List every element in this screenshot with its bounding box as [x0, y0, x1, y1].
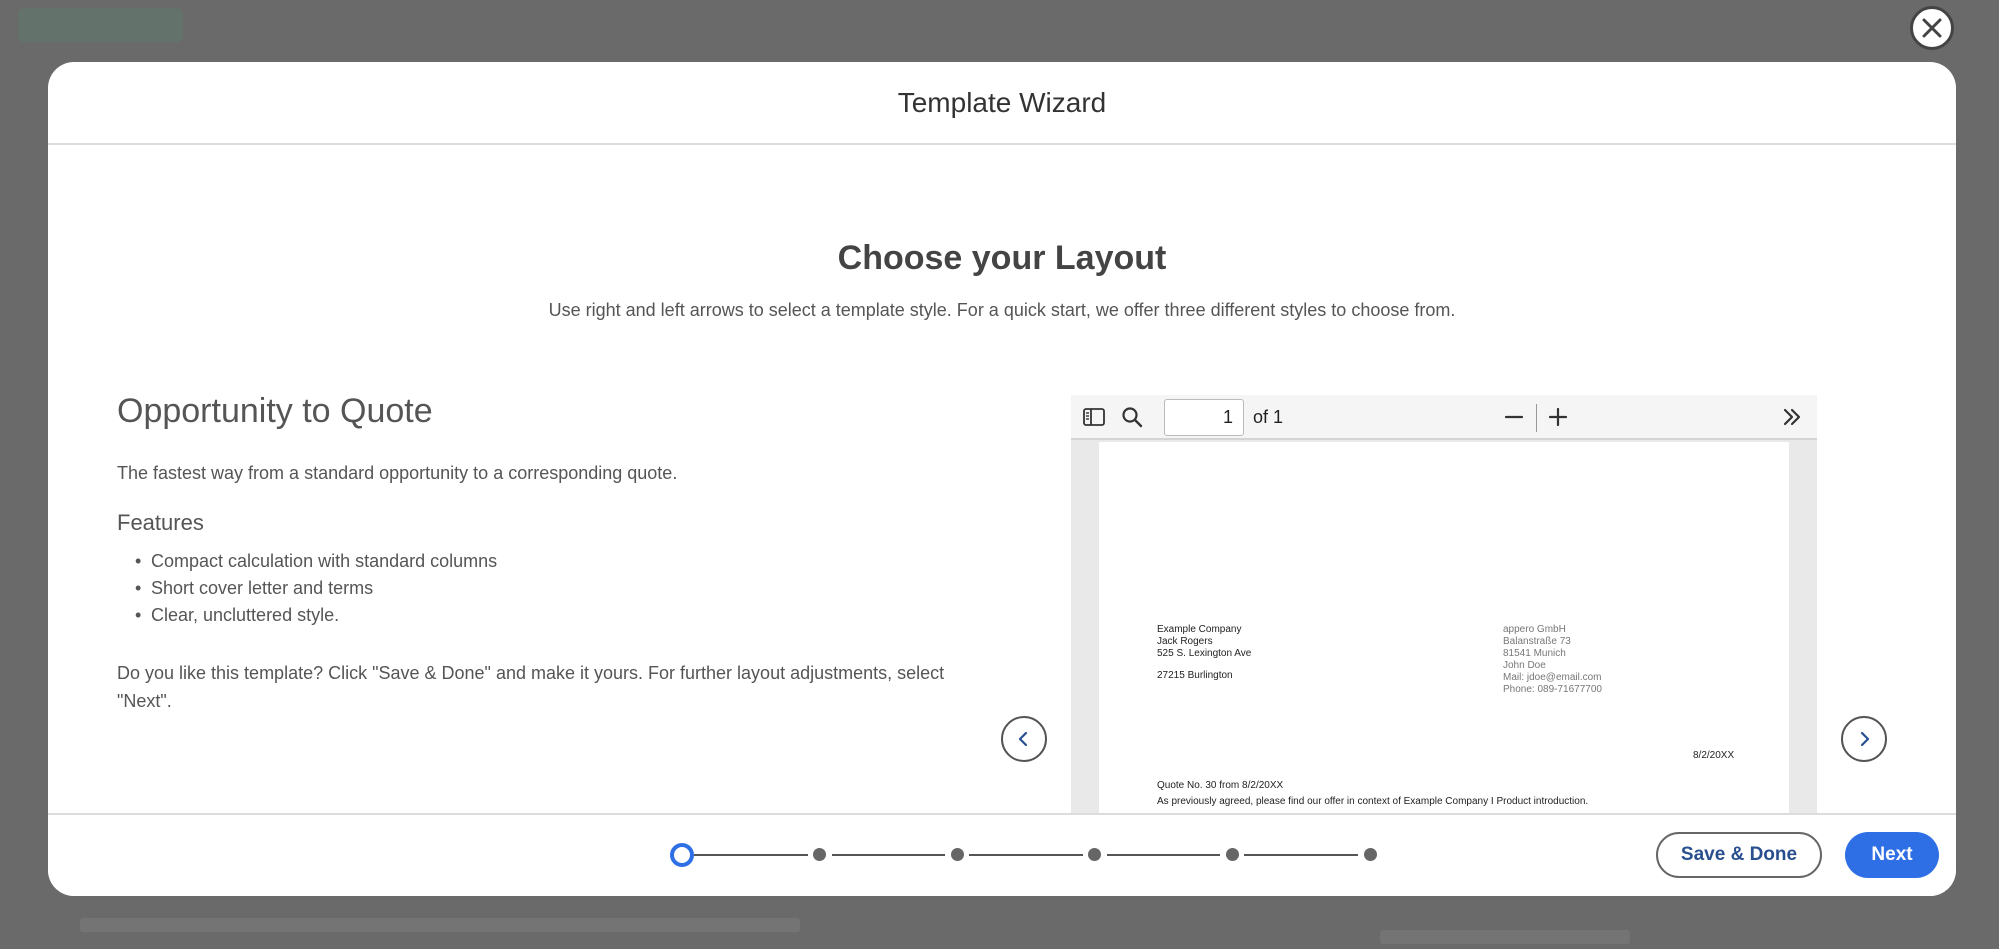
pdf-viewer: of 1 Example Company: [1071, 395, 1817, 815]
stepper-step[interactable]: [1088, 848, 1102, 861]
plus-icon: [1548, 407, 1568, 427]
stepper-step[interactable]: [1363, 848, 1377, 861]
modal-footer: Save & Done Next: [48, 813, 1956, 896]
template-name: Opportunity to Quote: [117, 392, 433, 430]
close-icon: [1922, 18, 1942, 38]
layout-description: Use right and left arrows to select a te…: [548, 300, 1456, 320]
toolbar-divider: [1536, 404, 1537, 432]
save-and-done-button[interactable]: Save & Done: [1656, 832, 1822, 878]
zoom-out-button[interactable]: [1501, 404, 1527, 430]
sender-line: appero GmbH: [1503, 624, 1566, 635]
recipient-address: Example Company Jack Rogers 525 S. Lexin…: [1157, 624, 1251, 682]
features-section: Features Compact calculation with standa…: [117, 510, 1037, 629]
search-icon: [1122, 407, 1143, 428]
next-template-button[interactable]: [1841, 716, 1887, 762]
stepper-step[interactable]: [1225, 848, 1239, 861]
stepper-connector: [831, 854, 946, 856]
stepper-connector: [694, 854, 808, 856]
features-heading: Features: [117, 510, 204, 535]
sender-line: Phone: 089-71677700: [1503, 684, 1602, 695]
page-number-input[interactable]: [1164, 399, 1244, 436]
pdf-search-button[interactable]: [1119, 404, 1145, 430]
close-button[interactable]: [1910, 6, 1954, 50]
stepper-step-current[interactable]: [670, 843, 694, 867]
sidebar-toggle-icon: [1083, 408, 1105, 426]
sender-address: appero GmbH Balanstraße 73 81541 Munich …: [1503, 624, 1602, 696]
zoom-in-button[interactable]: [1545, 404, 1571, 430]
feature-item: Compact calculation with standard column…: [135, 548, 1037, 575]
feature-item: Clear, uncluttered style.: [135, 602, 1037, 629]
sender-line: Mail: jdoe@email.com: [1503, 672, 1602, 683]
quote-date: 8/2/20XX: [1693, 750, 1735, 761]
chevron-left-icon: [1018, 731, 1028, 747]
next-button[interactable]: Next: [1845, 832, 1939, 878]
stepper-connector: [1244, 854, 1358, 856]
pdf-toolbar: of 1: [1071, 395, 1817, 440]
features-list: Compact calculation with standard column…: [117, 548, 1037, 629]
quote-number: Quote No. 30 from 8/2/20XX: [1157, 780, 1284, 791]
double-chevron-right-icon: [1783, 408, 1801, 426]
background-text: [1380, 930, 1630, 944]
stepper-step[interactable]: [950, 848, 964, 861]
recipient-line: 525 S. Lexington Ave: [1157, 648, 1252, 659]
modal-title: Template Wizard: [897, 86, 1107, 118]
chevron-right-icon: [1860, 731, 1870, 747]
template-description: The fastest way from a standard opportun…: [117, 463, 678, 483]
layout-heading: Choose your Layout: [837, 239, 1167, 277]
sidebar-toggle-button[interactable]: [1081, 404, 1107, 430]
minus-icon: [1504, 415, 1524, 419]
template-wizard-modal: Template Wizard Choose your Layout Use r…: [48, 62, 1956, 896]
template-info: Opportunity to Quote The fastest way fro…: [117, 392, 1037, 715]
more-tools-button[interactable]: [1779, 404, 1805, 430]
previous-template-button[interactable]: [1001, 716, 1047, 762]
quote-text: As previously agreed, please find our of…: [1157, 796, 1589, 807]
sender-line: 81541 Munich: [1503, 648, 1566, 659]
recipient-line: Jack Rogers: [1157, 636, 1213, 647]
background-button: [18, 8, 183, 42]
sender-line: Balanstraße 73: [1503, 636, 1571, 647]
modal-header: Template Wizard: [48, 62, 1956, 145]
stepper-step[interactable]: [813, 848, 827, 861]
template-cta: Do you like this template? Click "Save &…: [117, 663, 945, 711]
pdf-page: Example Company Jack Rogers 525 S. Lexin…: [1099, 442, 1789, 815]
page-total-label: of 1: [1253, 407, 1284, 427]
background-text: [80, 918, 800, 932]
recipient-city: 27215 Burlington: [1157, 670, 1233, 681]
sender-line: John Doe: [1503, 660, 1546, 671]
feature-item: Short cover letter and terms: [135, 575, 1037, 602]
stepper-connector: [1106, 854, 1221, 856]
recipient-line: Example Company: [1157, 624, 1242, 635]
stepper-connector: [969, 854, 1083, 856]
wizard-stepper: [670, 843, 1380, 867]
